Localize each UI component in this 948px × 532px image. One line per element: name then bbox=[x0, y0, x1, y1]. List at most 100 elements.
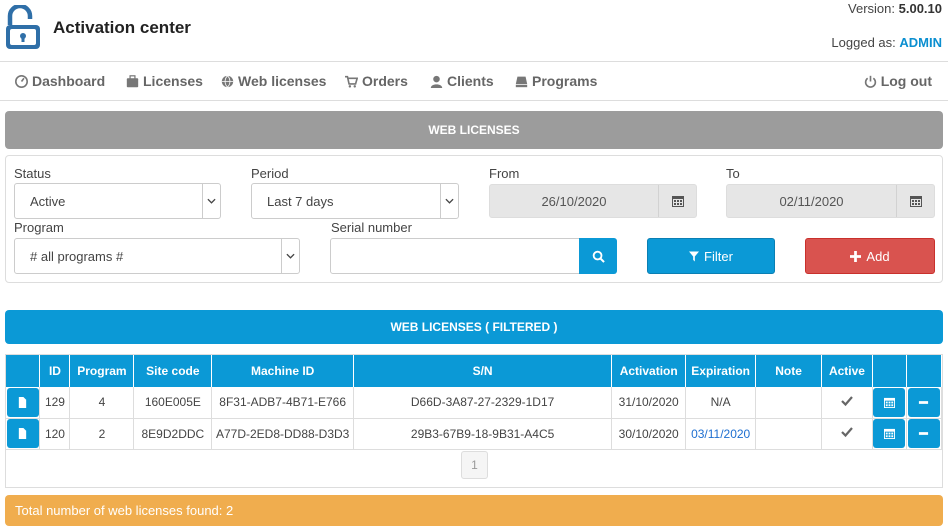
version-label: Version: bbox=[848, 1, 895, 16]
program-select[interactable]: # all programs # bbox=[14, 238, 300, 274]
column-header[interactable]: Note bbox=[755, 355, 822, 387]
remove-button[interactable] bbox=[907, 387, 940, 417]
nav-logout-label: Log out bbox=[880, 73, 932, 89]
nav-dashboard[interactable]: Dashboard bbox=[15, 73, 105, 89]
add-button[interactable]: Add bbox=[805, 238, 935, 274]
nav-clients[interactable]: Clients bbox=[430, 73, 494, 89]
column-header[interactable]: Machine ID bbox=[211, 355, 354, 387]
nav-licenses[interactable]: Licenses bbox=[126, 73, 203, 89]
check-icon bbox=[841, 427, 853, 438]
table-row: 120 2 8E9D2DDC A77D-2ED8-DD88-D3D3 29B3-… bbox=[6, 418, 943, 450]
header-blank bbox=[906, 355, 943, 387]
column-header[interactable]: Active bbox=[821, 355, 873, 387]
to-date-value: 02/11/2020 bbox=[779, 193, 844, 209]
activation-cell: 31/10/2020 bbox=[611, 387, 687, 419]
nav-clients-label: Clients bbox=[447, 73, 494, 89]
period-select-value: Last 7 days bbox=[267, 193, 334, 209]
logged-user: ADMIN bbox=[899, 35, 942, 50]
results-table: ID Program Site code Machine ID S/N Acti… bbox=[6, 355, 943, 450]
nav-programs-label: Programs bbox=[532, 73, 598, 89]
plus-icon bbox=[850, 250, 862, 262]
calendar-cell bbox=[872, 418, 907, 450]
pagination-page[interactable]: 1 bbox=[461, 451, 488, 479]
search-button[interactable] bbox=[579, 238, 617, 274]
filter-button[interactable]: Filter bbox=[647, 238, 775, 274]
check-icon bbox=[841, 396, 853, 406]
hdd-icon bbox=[515, 76, 528, 87]
table-header-row: ID Program Site code Machine ID S/N Acti… bbox=[6, 355, 943, 387]
nav-licenses-label: Licenses bbox=[143, 73, 203, 89]
program-cell: 2 bbox=[69, 418, 135, 450]
column-header[interactable]: Program bbox=[69, 355, 135, 387]
site-code-cell: 160E005E bbox=[133, 387, 213, 419]
id-cell: 120 bbox=[39, 418, 71, 450]
nav-programs[interactable]: Programs bbox=[515, 73, 597, 89]
detail-cell bbox=[6, 418, 41, 450]
column-header[interactable]: Site code bbox=[133, 355, 213, 387]
column-header[interactable]: S/N bbox=[353, 355, 613, 387]
note-cell bbox=[755, 418, 822, 450]
expiration-cell: 03/11/2020 bbox=[685, 418, 757, 450]
from-label: From bbox=[489, 166, 520, 181]
nav-orders[interactable]: Orders bbox=[345, 73, 408, 89]
to-date-field[interactable]: 02/11/2020 bbox=[726, 184, 935, 218]
app-title: Activation center bbox=[53, 18, 191, 37]
chevron-down-icon bbox=[202, 184, 220, 218]
nav-logout[interactable]: Log out bbox=[864, 73, 932, 89]
status-label: Status bbox=[14, 166, 51, 181]
expiration-cell: N/A bbox=[685, 387, 757, 419]
chevron-down-icon bbox=[440, 184, 458, 218]
user-icon bbox=[430, 75, 443, 88]
serial-label: Serial number bbox=[331, 220, 412, 235]
calendar-icon[interactable] bbox=[658, 185, 696, 217]
version-info: Version: 5.00.10 bbox=[848, 1, 942, 16]
nav-orders-label: Orders bbox=[362, 73, 408, 89]
calendar-icon bbox=[883, 428, 895, 439]
nav-web-licenses[interactable]: Web licenses bbox=[221, 73, 326, 89]
program-select-value: # all programs # bbox=[30, 248, 124, 264]
filter-button-label: Filter bbox=[704, 248, 733, 264]
period-select[interactable]: Last 7 days bbox=[251, 183, 459, 219]
view-details-button[interactable] bbox=[6, 387, 39, 417]
calendar-icon[interactable] bbox=[896, 185, 934, 217]
table-row: 129 4 160E005E 8F31-ADB7-4B71-E766 D66D-… bbox=[6, 387, 943, 419]
column-header[interactable]: Expiration bbox=[685, 355, 757, 387]
header-blank bbox=[6, 355, 41, 387]
active-cell bbox=[821, 418, 873, 450]
search-icon bbox=[592, 250, 605, 263]
serial-number-input[interactable] bbox=[330, 238, 580, 274]
globe-icon bbox=[221, 75, 234, 88]
from-date-field[interactable]: 26/10/2020 bbox=[489, 184, 697, 218]
program-cell: 4 bbox=[69, 387, 135, 419]
from-date-value: 26/10/2020 bbox=[541, 193, 607, 209]
extend-button[interactable] bbox=[873, 387, 906, 417]
briefcase-icon bbox=[126, 74, 139, 87]
logged-label: Logged as: bbox=[831, 35, 896, 50]
header-blank bbox=[872, 355, 907, 387]
status-select[interactable]: Active bbox=[14, 183, 221, 219]
results-panel-title: WEB LICENSES ( FILTERED ) bbox=[5, 310, 943, 344]
funnel-icon bbox=[689, 251, 700, 261]
column-header[interactable]: Activation bbox=[611, 355, 687, 387]
file-icon bbox=[19, 428, 27, 439]
calendar-cell bbox=[872, 387, 907, 419]
status-select-value: Active bbox=[30, 193, 66, 209]
column-header[interactable]: ID bbox=[39, 355, 71, 387]
id-cell: 129 bbox=[39, 387, 71, 419]
cart-icon bbox=[345, 75, 358, 88]
machine-id-cell: A77D-2ED8-DD88-D3D3 bbox=[211, 418, 354, 450]
program-label: Program bbox=[14, 220, 64, 235]
period-label: Period bbox=[251, 166, 289, 181]
remove-button[interactable] bbox=[907, 419, 940, 448]
note-cell bbox=[755, 387, 822, 419]
view-details-button[interactable] bbox=[6, 419, 39, 448]
extend-button[interactable] bbox=[873, 419, 906, 448]
filter-panel-title: WEB LICENSES bbox=[5, 111, 943, 149]
to-label: To bbox=[726, 166, 740, 181]
power-icon bbox=[864, 75, 876, 88]
nav-web-licenses-label: Web licenses bbox=[238, 73, 327, 89]
activation-cell: 30/10/2020 bbox=[611, 418, 687, 450]
minus-icon bbox=[919, 400, 929, 404]
machine-id-cell: 8F31-ADB7-4B71-E766 bbox=[211, 387, 354, 419]
main-nav: Dashboard Licenses Web licenses Orders C… bbox=[0, 62, 948, 101]
